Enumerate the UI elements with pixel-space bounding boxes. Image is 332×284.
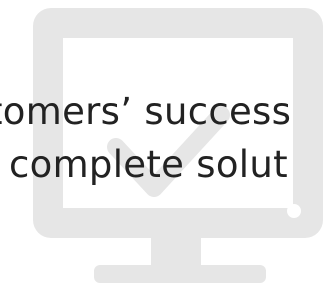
headline: tomers’ success complete solut — [0, 88, 332, 198]
headline-line-2: complete solut — [9, 143, 288, 186]
headline-line-1: tomers’ success — [0, 90, 292, 133]
hero-section: tomers’ success complete solut — [0, 0, 332, 284]
